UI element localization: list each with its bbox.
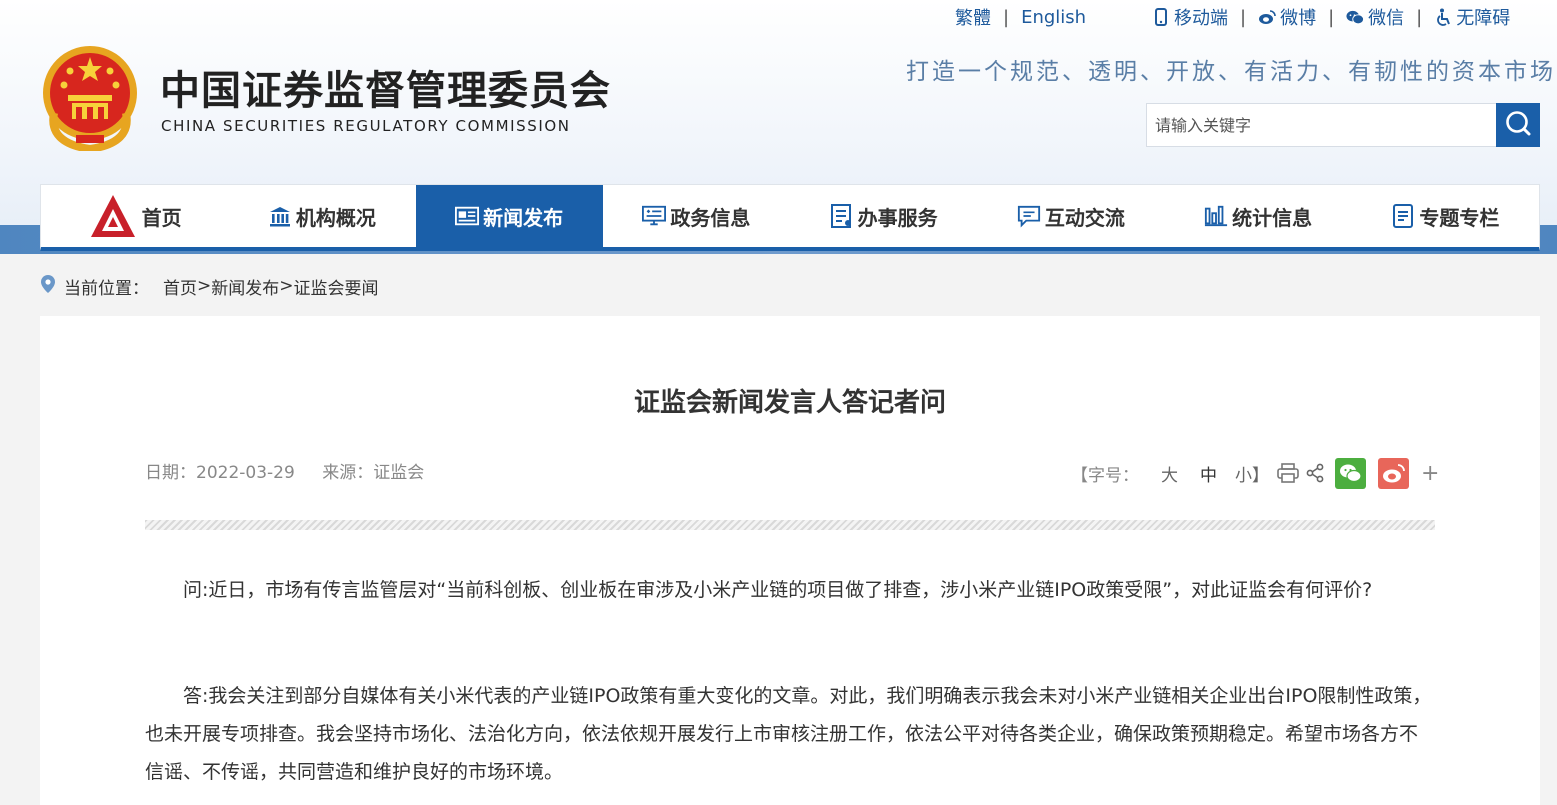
separator: |	[1003, 6, 1010, 28]
slogan: 打造一个规范、透明、开放、有活力、有韧性的资本市场	[906, 59, 1556, 85]
accessibility-icon	[1434, 8, 1452, 26]
nav-item-news[interactable]: 新闻发布	[415, 185, 603, 247]
article-paragraph: 答:我会关注到部分自媒体有关小米代表的产业链IPO政策有重大变化的文章。对此，我…	[145, 685, 1432, 783]
nav-item-label: 首页	[141, 205, 182, 230]
font-medium-button[interactable]: 中	[1200, 461, 1217, 486]
breadcrumb-label: 当前位置：	[64, 278, 149, 299]
national-emblem-icon	[40, 43, 140, 154]
document-list-icon	[830, 204, 854, 228]
article-date: 日期：2022-03-29	[145, 463, 295, 483]
more-share-button[interactable]: +	[1421, 461, 1439, 486]
share-icon[interactable]	[1305, 463, 1325, 483]
article-meta: 日期：2022-03-29 来源：证监会	[145, 458, 424, 483]
nav-item-about[interactable]: 机构概况	[228, 185, 415, 247]
article-tools: 【字号： 大 中 小】 +	[1071, 456, 1439, 490]
traditional-chinese-link[interactable]: 繁體	[955, 4, 991, 30]
weibo-icon	[1258, 8, 1276, 26]
nav-item-label: 机构概况	[295, 205, 376, 230]
weibo-link[interactable]: 微博	[1258, 4, 1316, 30]
weibo-share-icon[interactable]	[1378, 457, 1409, 489]
mobile-link[interactable]: 移动端	[1152, 4, 1228, 30]
site-subtitle: CHINA SECURITIES REGULATORY COMMISSION	[161, 117, 571, 135]
accessibility-link[interactable]: 无障碍	[1434, 4, 1510, 30]
breadcrumb-separator: >	[279, 276, 294, 296]
newspaper-icon	[455, 204, 480, 228]
breadcrumb-csrc-news[interactable]: 证监会要闻	[294, 274, 379, 299]
bar-chart-icon	[1204, 204, 1228, 228]
english-link[interactable]: English	[1021, 7, 1086, 28]
nav-item-label: 新闻发布	[483, 205, 564, 230]
chat-icon	[1017, 204, 1041, 228]
nav-item-services[interactable]: 办事服务	[790, 185, 977, 247]
search-button[interactable]	[1496, 103, 1540, 147]
nav-item-label: 政务信息	[670, 205, 751, 230]
print-icon[interactable]	[1277, 463, 1299, 483]
note-icon	[1391, 204, 1415, 228]
monitor-icon	[642, 204, 667, 228]
site-title: 中国证券监督管理委员会	[160, 68, 611, 114]
csrc-logo-icon	[88, 193, 138, 239]
article-source: 来源：证监会	[322, 463, 425, 483]
breadcrumb-separator: >	[197, 276, 212, 296]
language-links: 繁體 | English	[955, 4, 1086, 30]
building-icon	[268, 204, 292, 228]
divider	[145, 520, 1435, 530]
mobile-label: 移动端	[1174, 8, 1228, 29]
accessibility-label: 无障碍	[1456, 8, 1511, 29]
nav-item-label: 互动交流	[1044, 205, 1125, 230]
nav-item-government-info[interactable]: 政务信息	[603, 185, 790, 247]
wechat-label: 微信	[1368, 8, 1405, 29]
font-small-button[interactable]: 小】	[1235, 461, 1269, 486]
nav-item-statistics[interactable]: 统计信息	[1165, 185, 1352, 247]
service-links: 移动端 | 微博 | 微信 | 无障碍	[1152, 4, 1510, 30]
article-paragraph: 问:近日，市场有传言监管层对“当前科创板、创业板在审涉及小米产业链的项目做了排查…	[183, 579, 1373, 601]
font-large-button[interactable]: 大	[1161, 461, 1178, 486]
search-input[interactable]	[1147, 104, 1493, 146]
nav-item-label: 统计信息	[1232, 205, 1313, 230]
nav-item-label: 办事服务	[857, 205, 938, 230]
nav-item-special-topics[interactable]: 专题专栏	[1352, 185, 1539, 247]
mobile-phone-icon	[1152, 8, 1170, 26]
wechat-icon	[1346, 8, 1365, 26]
breadcrumb-home[interactable]: 首页	[163, 274, 197, 299]
nav-item-interaction[interactable]: 互动交流	[977, 185, 1164, 247]
separator: |	[1416, 6, 1423, 28]
weibo-label: 微博	[1280, 8, 1317, 29]
separator: |	[1240, 6, 1247, 28]
wechat-share-icon[interactable]	[1335, 457, 1366, 489]
nav-item-label: 专题专栏	[1419, 205, 1500, 230]
separator: |	[1328, 6, 1335, 28]
search-box	[1146, 103, 1540, 147]
article-title: 证监会新闻发言人答记者问	[633, 388, 946, 418]
main-nav: 首页 机构概况 新闻发布 政务信息 办事服务 互动交流 统计信息 专题专栏	[40, 184, 1540, 251]
wechat-link[interactable]: 微信	[1346, 4, 1404, 30]
location-pin-icon	[40, 274, 56, 299]
nav-item-home[interactable]: 首页	[41, 185, 228, 247]
search-icon	[1504, 109, 1532, 141]
breadcrumb-news[interactable]: 新闻发布	[211, 274, 279, 299]
font-size-label: 【字号：	[1071, 465, 1139, 486]
breadcrumb: 当前位置： 首页 > 新闻发布 > 证监会要闻	[40, 274, 379, 299]
